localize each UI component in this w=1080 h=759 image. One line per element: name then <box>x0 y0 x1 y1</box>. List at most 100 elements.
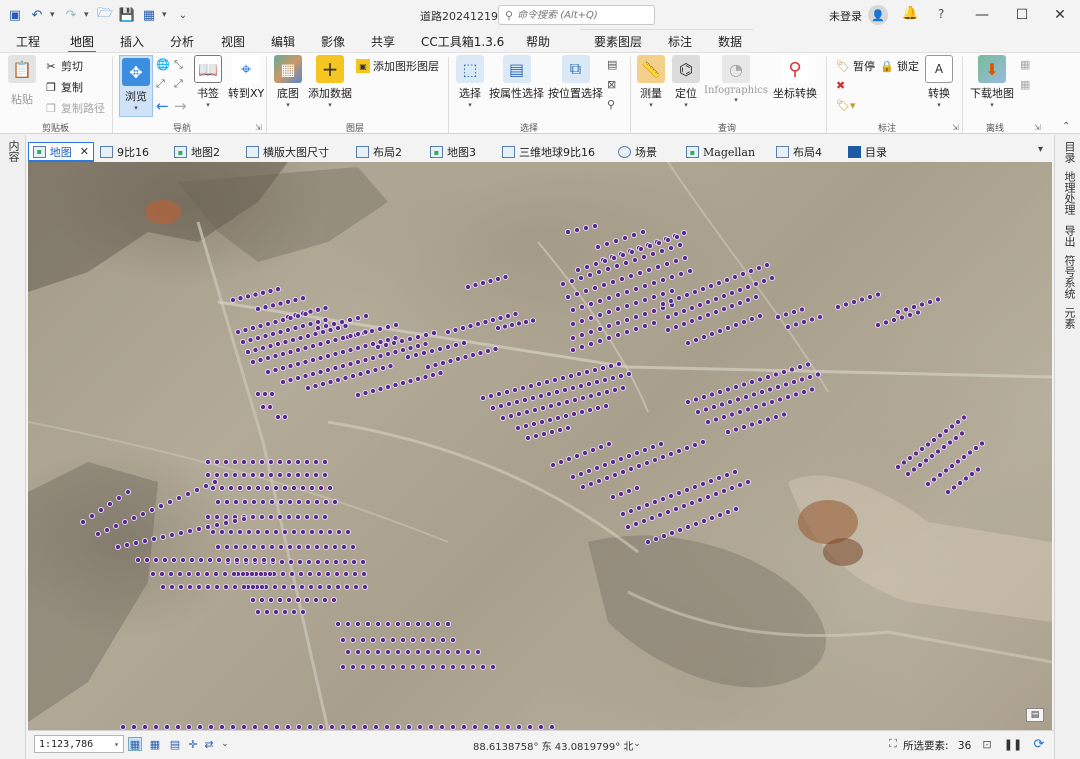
point-feature[interactable] <box>282 338 289 346</box>
point-feature[interactable] <box>347 346 354 354</box>
point-feature[interactable] <box>522 422 530 430</box>
point-feature[interactable] <box>359 636 367 644</box>
point-feature[interactable] <box>277 300 284 307</box>
point-feature[interactable] <box>744 478 752 486</box>
point-feature[interactable] <box>245 484 253 492</box>
command-search-input[interactable] <box>517 9 648 21</box>
point-feature[interactable] <box>302 358 309 366</box>
point-feature[interactable] <box>522 318 530 326</box>
point-feature[interactable] <box>324 352 332 360</box>
open-project-icon[interactable]: 🗁 <box>96 6 114 24</box>
point-feature[interactable] <box>299 608 307 616</box>
point-feature[interactable] <box>539 404 547 412</box>
point-feature[interactable] <box>613 262 621 270</box>
point-feature[interactable] <box>274 340 282 348</box>
point-feature[interactable] <box>625 452 633 460</box>
point-feature[interactable] <box>203 570 211 578</box>
point-feature[interactable] <box>750 391 758 398</box>
point-feature[interactable] <box>583 263 591 271</box>
point-feature[interactable] <box>369 636 377 644</box>
point-feature[interactable] <box>317 354 324 362</box>
point-feature[interactable] <box>427 723 435 730</box>
point-feature[interactable] <box>299 528 307 536</box>
point-feature[interactable] <box>362 328 369 336</box>
point-feature[interactable] <box>379 364 387 372</box>
point-feature[interactable] <box>768 398 776 406</box>
point-feature[interactable] <box>407 377 414 385</box>
point-feature[interactable] <box>914 309 922 316</box>
point-feature[interactable] <box>529 394 537 402</box>
point-feature[interactable] <box>424 620 432 628</box>
point-feature[interactable] <box>369 340 377 348</box>
point-feature[interactable] <box>414 648 422 656</box>
point-feature[interactable] <box>532 432 540 440</box>
point-feature[interactable] <box>276 458 284 466</box>
point-feature[interactable] <box>756 418 764 426</box>
point-feature[interactable] <box>257 356 264 364</box>
point-feature[interactable] <box>289 336 297 344</box>
point-feature[interactable] <box>269 556 277 564</box>
point-feature[interactable] <box>514 424 522 432</box>
view-tab-layout4[interactable]: 布局4 <box>772 142 826 162</box>
point-feature[interactable] <box>553 388 561 396</box>
point-feature[interactable] <box>339 362 347 370</box>
point-feature[interactable] <box>596 311 604 319</box>
point-feature[interactable] <box>774 313 782 321</box>
point-feature[interactable] <box>263 484 271 492</box>
point-feature[interactable] <box>177 529 185 537</box>
point-feature[interactable] <box>288 570 296 578</box>
point-feature[interactable] <box>284 326 292 334</box>
point-feature[interactable] <box>213 471 221 479</box>
point-feature[interactable] <box>603 474 611 482</box>
point-feature[interactable] <box>768 274 776 282</box>
point-feature[interactable] <box>747 267 755 275</box>
point-feature[interactable] <box>531 406 539 414</box>
snapping-icon[interactable]: ✛ <box>186 737 200 751</box>
point-feature[interactable] <box>658 247 666 255</box>
point-feature[interactable] <box>960 414 968 421</box>
point-feature[interactable] <box>712 416 720 423</box>
point-feature[interactable] <box>562 412 570 420</box>
point-feature[interactable] <box>659 276 667 284</box>
point-feature[interactable] <box>262 332 269 340</box>
point-feature[interactable] <box>312 330 319 338</box>
point-feature[interactable] <box>186 583 194 591</box>
point-feature[interactable] <box>281 608 289 616</box>
point-feature[interactable] <box>188 556 196 564</box>
point-feature[interactable] <box>595 390 603 398</box>
point-feature[interactable] <box>152 723 160 730</box>
point-feature[interactable] <box>551 376 559 384</box>
point-feature[interactable] <box>704 418 712 426</box>
add-graphics-layer-button[interactable]: ▣ 添加图形图层 <box>356 58 439 74</box>
point-feature[interactable] <box>495 390 503 398</box>
attributes-icon[interactable]: ▤ <box>607 58 617 71</box>
point-feature[interactable] <box>641 282 649 290</box>
point-feature[interactable] <box>578 317 586 325</box>
point-feature[interactable] <box>699 438 707 446</box>
point-feature[interactable] <box>651 498 659 506</box>
point-feature[interactable] <box>444 620 452 628</box>
point-feature[interactable] <box>752 403 760 411</box>
unplaced-labels-icon[interactable]: ✖ <box>836 79 845 92</box>
convert-labels-button[interactable]: A 转换 ▾ <box>925 55 953 109</box>
point-feature[interactable] <box>707 282 715 290</box>
point-feature[interactable] <box>124 488 132 496</box>
point-feature[interactable] <box>736 481 744 489</box>
point-feature[interactable] <box>409 663 417 671</box>
point-feature[interactable] <box>314 306 322 313</box>
point-feature[interactable] <box>467 322 474 330</box>
point-feature[interactable] <box>213 583 221 591</box>
point-feature[interactable] <box>712 490 720 498</box>
point-feature[interactable] <box>569 334 577 342</box>
point-feature[interactable] <box>619 251 627 259</box>
point-feature[interactable] <box>874 321 882 329</box>
point-feature[interactable] <box>379 663 387 671</box>
point-feature[interactable] <box>573 290 581 298</box>
point-feature[interactable] <box>673 233 681 241</box>
catalog-pane-tab[interactable]: 目录 <box>1061 141 1077 163</box>
point-feature[interactable] <box>324 338 332 346</box>
point-feature[interactable] <box>424 363 432 371</box>
point-feature[interactable] <box>302 310 309 318</box>
point-feature[interactable] <box>636 269 644 277</box>
point-feature[interactable] <box>688 317 696 325</box>
